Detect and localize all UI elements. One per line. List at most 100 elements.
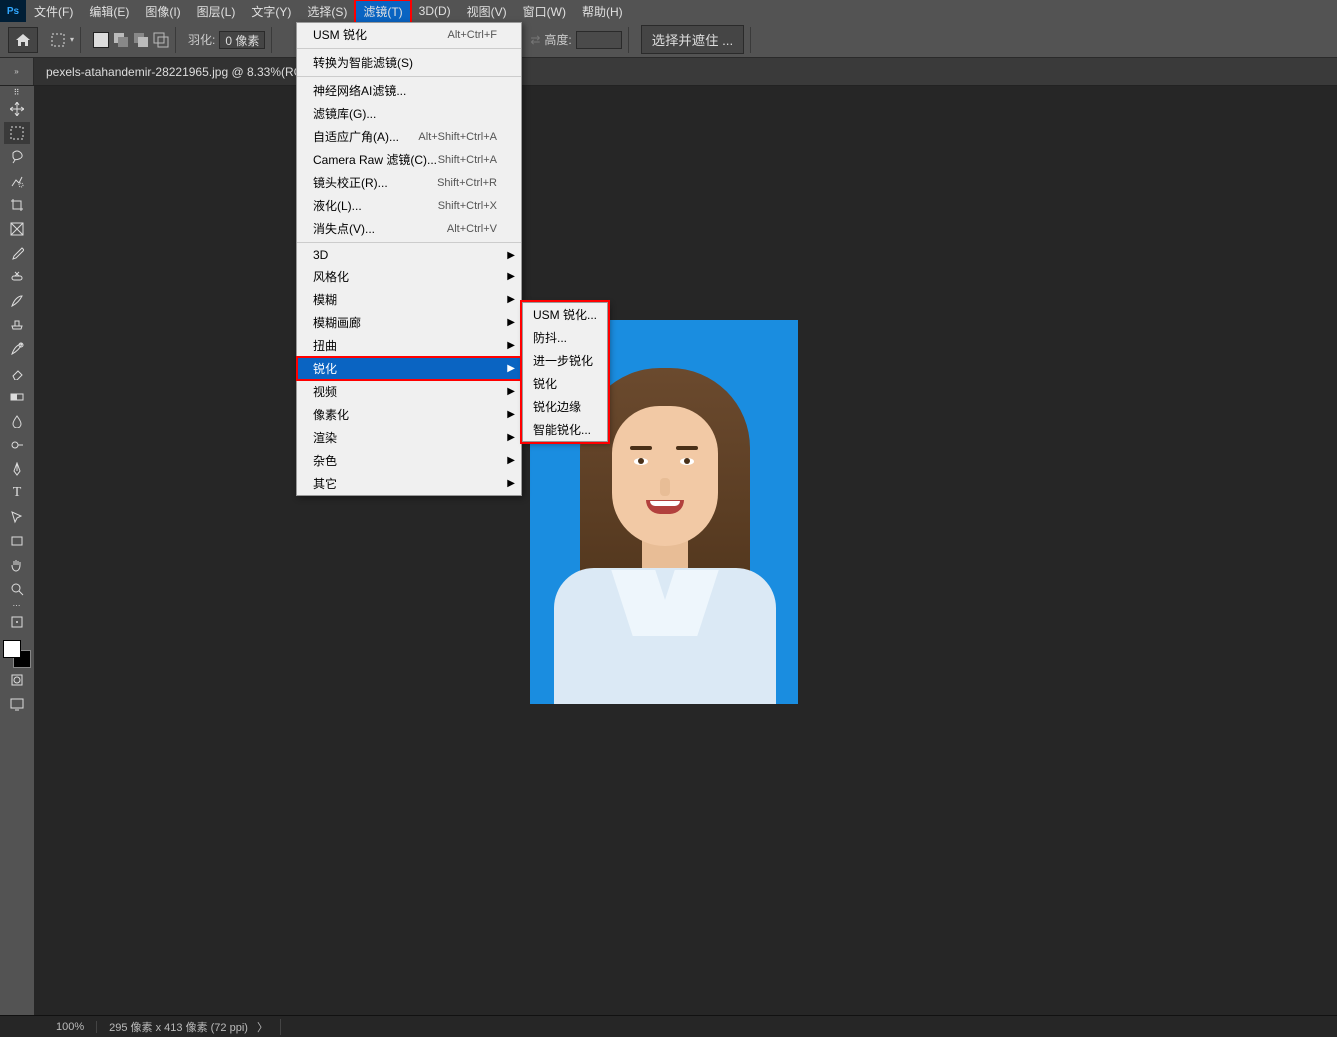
menu-select[interactable]: 选择(S) — [299, 0, 355, 23]
menu-filter[interactable]: 滤镜(T) — [355, 0, 410, 23]
height-input — [576, 31, 622, 49]
feather-label: 羽化: — [188, 31, 215, 48]
swap-icon: ⇄ — [530, 33, 540, 47]
path-selection-tool[interactable] — [4, 506, 30, 528]
blur-tool[interactable] — [4, 410, 30, 432]
clone-stamp-tool[interactable] — [4, 314, 30, 336]
menu-cat-blur[interactable]: 模糊▶ — [297, 288, 521, 311]
menu-cat-distort[interactable]: 扭曲▶ — [297, 334, 521, 357]
hand-tool[interactable] — [4, 554, 30, 576]
document-tab-title: pexels-atahandemir-28221965.jpg @ 8.33%(… — [46, 65, 325, 79]
canvas-area[interactable] — [34, 86, 1337, 1015]
height-label: 高度: — [544, 31, 571, 48]
feather-input[interactable]: 0 像素 — [219, 31, 265, 49]
crop-tool[interactable] — [4, 194, 30, 216]
menu-window[interactable]: 窗口(W) — [515, 0, 574, 23]
menu-convert-smart-filter[interactable]: 转换为智能滤镜(S) — [297, 51, 521, 77]
ps-logo-icon: Ps — [0, 0, 26, 22]
menu-cat-pixelate[interactable]: 像素化▶ — [297, 403, 521, 426]
rectangle-tool[interactable] — [4, 530, 30, 552]
foreground-color-swatch[interactable] — [3, 640, 21, 658]
zoom-tool[interactable] — [4, 578, 30, 600]
submenu-sharpen-edges[interactable]: 锐化边缘 — [523, 395, 607, 418]
quick-selection-tool[interactable] — [4, 170, 30, 192]
submenu-arrow-icon: ▶ — [507, 317, 515, 328]
menu-layer[interactable]: 图层(L) — [189, 0, 244, 23]
screen-mode-tool[interactable] — [4, 693, 30, 715]
selection-subtract-icon[interactable] — [133, 32, 149, 48]
select-and-mask-button[interactable]: 选择并遮住 ... — [641, 25, 744, 54]
document-tab[interactable]: pexels-atahandemir-28221965.jpg @ 8.33%(… — [34, 58, 337, 85]
selection-intersect-icon[interactable] — [153, 32, 169, 48]
submenu-sharpen[interactable]: 锐化 — [523, 372, 607, 395]
menu-cat-3d[interactable]: 3D▶ — [297, 245, 521, 265]
marquee-tool-indicator-icon[interactable] — [50, 32, 66, 48]
selection-new-icon[interactable] — [93, 32, 109, 48]
chevron-down-icon[interactable]: ▾ — [70, 35, 74, 44]
chevron-right-icon[interactable]: 〉 — [257, 1022, 268, 1034]
menu-camera-raw-filter[interactable]: Camera Raw 滤镜(C)...Shift+Ctrl+A — [297, 148, 521, 171]
menu-adaptive-wide-angle[interactable]: 自适应广角(A)...Alt+Shift+Ctrl+A — [297, 125, 521, 148]
submenu-arrow-icon: ▶ — [507, 478, 515, 489]
submenu-arrow-icon: ▶ — [507, 294, 515, 305]
menubar: Ps 文件(F) 编辑(E) 图像(I) 图层(L) 文字(Y) 选择(S) 滤… — [0, 0, 1337, 22]
brush-tool[interactable] — [4, 290, 30, 312]
home-icon — [15, 33, 31, 47]
document-info[interactable]: 295 像素 x 413 像素 (72 ppi) 〉 — [97, 1019, 281, 1035]
quick-mask-tool[interactable] — [4, 669, 30, 691]
type-tool[interactable]: T — [4, 482, 30, 504]
menu-neural-filters[interactable]: 神经网络AI滤镜... — [297, 79, 521, 102]
submenu-shake-reduction[interactable]: 防抖... — [523, 326, 607, 349]
selection-add-icon[interactable] — [113, 32, 129, 48]
submenu-usm-sharpen[interactable]: USM 锐化... — [523, 303, 607, 326]
menu-cat-video[interactable]: 视频▶ — [297, 380, 521, 403]
toolbar-grip-icon[interactable]: ⠿ — [14, 88, 21, 97]
sharpen-submenu: USM 锐化... 防抖... 进一步锐化 锐化 锐化边缘 智能锐化... — [522, 302, 608, 442]
submenu-arrow-icon: ▶ — [507, 409, 515, 420]
menu-view[interactable]: 视图(V) — [459, 0, 515, 23]
menu-vanishing-point[interactable]: 消失点(V)...Alt+Ctrl+V — [297, 217, 521, 243]
menu-cat-blur-gallery[interactable]: 模糊画廊▶ — [297, 311, 521, 334]
healing-brush-tool[interactable] — [4, 266, 30, 288]
menu-image[interactable]: 图像(I) — [137, 0, 188, 23]
pen-tool[interactable] — [4, 458, 30, 480]
menu-lens-correction[interactable]: 镜头校正(R)...Shift+Ctrl+R — [297, 171, 521, 194]
menu-help[interactable]: 帮助(H) — [574, 0, 631, 23]
menu-last-filter[interactable]: USM 锐化 Alt+Ctrl+F — [297, 23, 521, 49]
submenu-sharpen-more[interactable]: 进一步锐化 — [523, 349, 607, 372]
rectangular-marquee-tool[interactable] — [4, 122, 30, 144]
history-brush-tool[interactable] — [4, 338, 30, 360]
menu-3d[interactable]: 3D(D) — [411, 1, 459, 21]
toolbar-more-icon[interactable]: ⋯ — [13, 601, 22, 610]
home-button[interactable] — [8, 27, 38, 53]
zoom-level[interactable]: 100% — [44, 1021, 97, 1033]
eyedropper-tool[interactable] — [4, 242, 30, 264]
edit-toolbar-icon[interactable] — [4, 611, 30, 633]
menu-cat-other[interactable]: 其它▶ — [297, 472, 521, 495]
options-bar: ▾ 羽化: 0 像素 ⇄ 高度: 选择并遮住 ... — [0, 22, 1337, 58]
menu-type[interactable]: 文字(Y) — [243, 0, 299, 23]
eraser-tool[interactable] — [4, 362, 30, 384]
menu-edit[interactable]: 编辑(E) — [81, 0, 137, 23]
panel-collapse-icon[interactable]: » — [0, 58, 34, 85]
submenu-arrow-icon: ▶ — [507, 432, 515, 443]
menu-liquify[interactable]: 液化(L)...Shift+Ctrl+X — [297, 194, 521, 217]
move-tool[interactable] — [4, 98, 30, 120]
submenu-arrow-icon: ▶ — [507, 386, 515, 397]
lasso-tool[interactable] — [4, 146, 30, 168]
menu-cat-stylize[interactable]: 风格化▶ — [297, 265, 521, 288]
tools-panel: ⠿ T ⋯ — [0, 86, 34, 1015]
submenu-arrow-icon: ▶ — [507, 271, 515, 282]
menu-filter-gallery[interactable]: 滤镜库(G)... — [297, 102, 521, 125]
menu-file[interactable]: 文件(F) — [26, 0, 81, 23]
color-swatches[interactable] — [3, 640, 31, 668]
submenu-smart-sharpen[interactable]: 智能锐化... — [523, 418, 607, 441]
dodge-tool[interactable] — [4, 434, 30, 456]
menu-cat-sharpen[interactable]: 锐化▶ — [297, 357, 521, 380]
status-bar: 100% 295 像素 x 413 像素 (72 ppi) 〉 — [0, 1015, 1337, 1037]
frame-tool[interactable] — [4, 218, 30, 240]
submenu-arrow-icon: ▶ — [507, 340, 515, 351]
menu-cat-noise[interactable]: 杂色▶ — [297, 449, 521, 472]
menu-cat-render[interactable]: 渲染▶ — [297, 426, 521, 449]
gradient-tool[interactable] — [4, 386, 30, 408]
